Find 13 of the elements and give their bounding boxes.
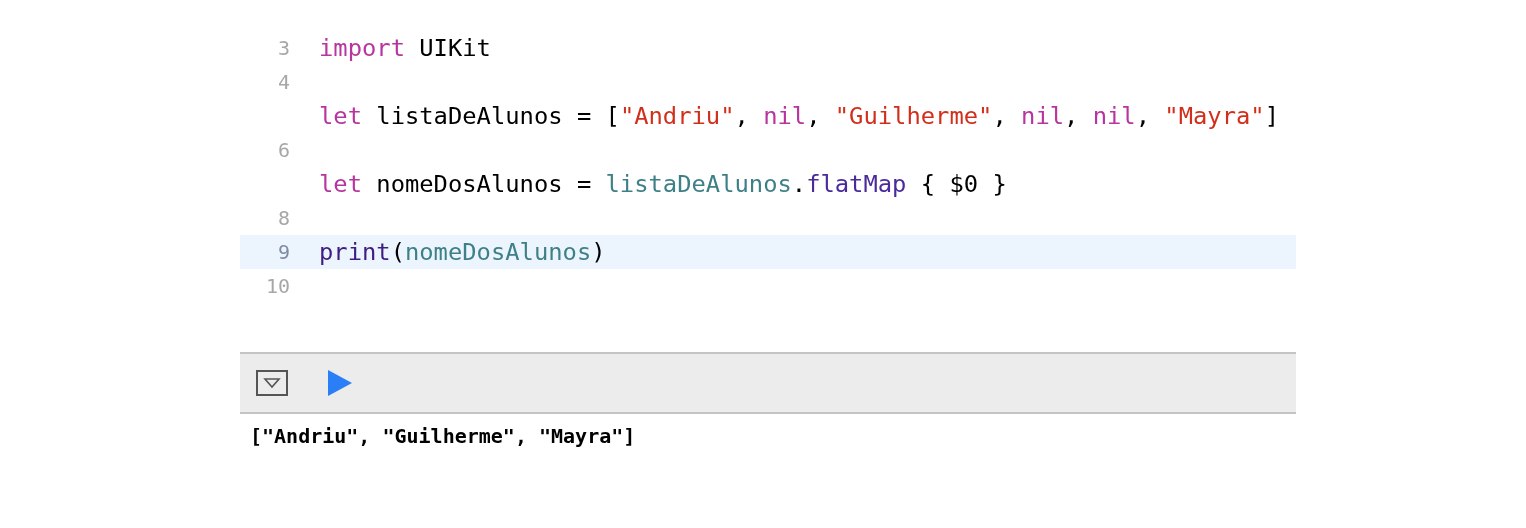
line-number: 10 <box>265 274 290 298</box>
hide-panel-icon[interactable] <box>256 370 288 396</box>
code-line: print(nomeDosAlunos) <box>319 238 606 266</box>
line-number: 3 <box>277 36 290 60</box>
code-line: let listaDeAlunos = ["Andriu", nil, "Guilherme", nil, nil, "Mayra"] <box>319 102 1279 130</box>
line-number: 4 <box>277 70 290 94</box>
play-icon[interactable] <box>328 370 352 396</box>
console-output: ["Andriu", "Guilherme", "Mayra"] <box>249 423 637 448</box>
line-number: 8 <box>277 206 290 230</box>
line-number: 6 <box>277 138 290 162</box>
code-line: import UIKit <box>319 34 491 62</box>
code-line: let nomeDosAlunos = listaDeAlunos.flatMap { $0 } <box>319 170 1007 198</box>
line-number: 9 <box>277 240 290 264</box>
